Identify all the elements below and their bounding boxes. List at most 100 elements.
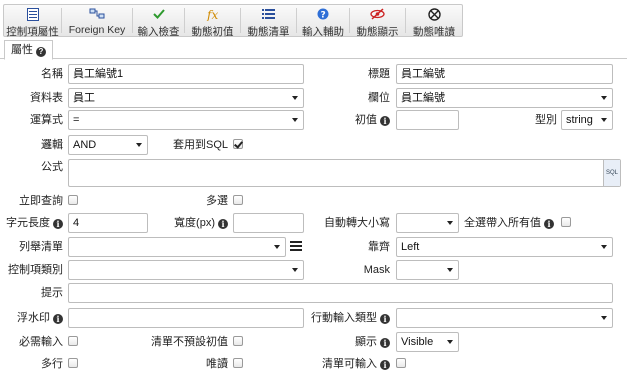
chevron-down-icon [601,96,607,100]
table-label: 資料表 [30,92,63,104]
apply-sql-checkbox[interactable] [233,139,243,149]
list-input-checkbox[interactable] [396,358,406,368]
control-props-label: 控制項屬性 [6,26,59,38]
field-select-value: 員工編號 [401,92,445,104]
tab-divider [0,58,627,59]
fill-all-label: 全選帶入所有值 i [462,213,554,233]
width-label: 寬度(px) i [150,213,228,233]
watermark-field[interactable] [68,308,304,328]
info-icon: i [53,219,63,229]
control-props-button[interactable]: 控制項屬性 [4,5,61,38]
function-icon: fx [185,8,240,23]
no-default-checkbox[interactable] [233,336,243,346]
type-label: 型別 [535,114,557,126]
multiline-label: 多行 [41,358,63,370]
info-icon: i [53,314,63,324]
chevron-down-icon [136,143,142,147]
dynamic-list-button[interactable]: 動態清單 [241,5,296,38]
display-select-value: Visible [401,336,434,348]
foreign-key-button[interactable]: Foreign Key [62,5,132,36]
input-help-label: 輸入輔助 [302,26,344,38]
info-icon: i [380,116,390,126]
table-select-value: 員工 [73,92,95,104]
display-select[interactable]: Visible [396,332,459,352]
multiline-checkbox[interactable] [68,358,78,368]
tab-properties[interactable]: 屬性? [4,40,53,60]
input-help-button[interactable]: ? 輸入輔助 [297,5,349,38]
input-check-label: 輸入檢查 [137,26,180,38]
hint-field[interactable] [68,283,613,303]
chevron-down-icon [601,316,607,320]
input-check-button[interactable]: 輸入檢查 [133,5,184,38]
mobile-input-select[interactable] [396,308,613,328]
display-label: 顯示 i [300,332,390,352]
foreign-key-label: Foreign Key [68,24,126,36]
logic-label: 邏輯 [41,139,63,151]
svg-text:?: ? [321,11,326,21]
field-select[interactable]: 員工編號 [396,88,613,108]
formula-label: 公式 [41,161,63,173]
hidden-eye-icon [350,8,405,23]
help-icon: ? [297,8,349,23]
name-label: 名稱 [41,68,63,80]
auto-case-label: 自動轉大小寫 [324,217,390,229]
align-select[interactable]: Left [396,237,613,257]
properties-icon [4,8,61,23]
formula-field[interactable]: SQL [68,159,621,187]
align-label: 靠齊 [368,241,390,253]
operator-label: 運算式 [30,114,63,126]
width-field[interactable] [233,213,304,233]
required-checkbox[interactable] [68,336,78,346]
chevron-down-icon [274,245,280,249]
chevron-down-icon [601,245,607,249]
initial-field[interactable] [396,110,459,130]
chevron-down-icon [292,118,298,122]
svg-text:fx: fx [206,8,218,21]
enum-list-select[interactable] [68,237,286,257]
toolbar: 控制項屬性 Foreign Key 輸入檢查 fx 動態初值 動態清單 ? 輸入… [3,4,463,38]
dynamic-initial-label: 動態初值 [191,26,234,38]
info-icon: i [218,219,228,229]
dynamic-readonly-button[interactable]: 動態唯讀 [406,5,462,38]
fill-all-checkbox[interactable] [561,217,571,227]
foreign-key-icon [62,8,132,23]
apply-sql-label: 套用到SQL [172,139,228,151]
no-edit-icon [406,8,462,23]
instant-query-checkbox[interactable] [68,195,78,205]
chevron-down-icon [447,268,453,272]
char-length-label: 字元長度 i [0,213,63,233]
initial-label: 初值 i [300,110,390,130]
readonly-checkbox[interactable] [233,358,243,368]
char-length-field[interactable]: 4 [68,213,148,233]
auto-case-select[interactable] [396,213,459,233]
type-select[interactable]: string [561,110,613,130]
list-icon [241,8,296,23]
name-field[interactable]: 員工編號1 [68,64,304,84]
operator-select-value: = [73,114,80,126]
tab-properties-label: 屬性 [11,44,33,56]
chevron-down-icon [292,96,298,100]
help-icon[interactable]: ? [36,47,46,57]
hint-label: 提示 [41,287,63,299]
control-type-select[interactable] [68,260,304,280]
list-input-label: 清單可輸入 i [300,354,390,374]
dynamic-list-label: 動態清單 [247,26,290,38]
table-select[interactable]: 員工 [68,88,304,108]
mask-label: Mask [363,264,390,276]
mask-select[interactable] [396,260,459,280]
title-field[interactable]: 員工編號 [396,64,613,84]
operator-select[interactable]: = [68,110,304,130]
chevron-down-icon [601,118,607,122]
field-label: 欄位 [368,92,390,104]
sql-editor-button[interactable]: SQL [603,160,620,186]
type-select-value: string [566,114,593,126]
multi-select-checkbox[interactable] [233,195,243,205]
logic-select[interactable]: AND [68,135,148,155]
multi-select-label: 多選 [206,195,228,207]
dynamic-display-button[interactable]: 動態顯示 [350,5,405,38]
enum-list-label: 列舉清單 [19,241,63,253]
chevron-down-icon [447,340,453,344]
control-type-label: 控制項類別 [8,264,63,276]
info-icon: i [380,314,390,324]
dynamic-initial-button[interactable]: fx 動態初值 [185,5,240,38]
